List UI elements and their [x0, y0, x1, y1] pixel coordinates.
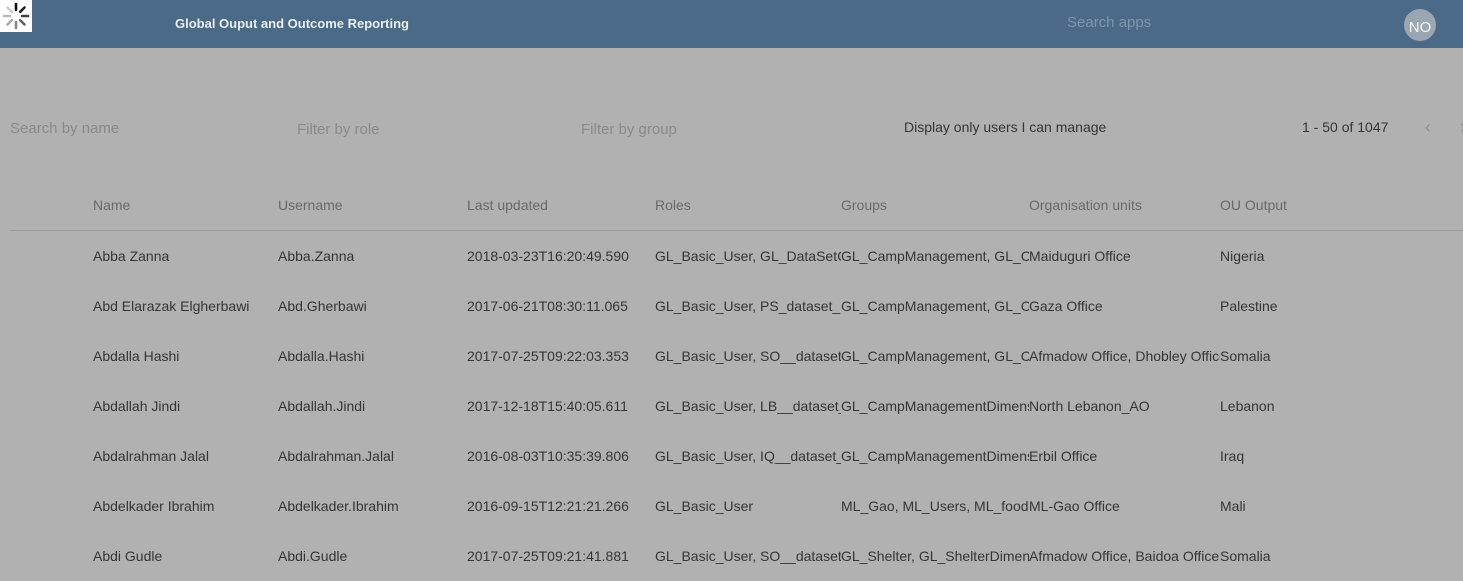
cell-roles: GL_Basic_User — [655, 498, 754, 514]
cell-ou-output: Somalia — [1220, 548, 1271, 564]
cell-ou-output: Palestine — [1220, 298, 1278, 314]
cell-ou-output: Lebanon — [1220, 398, 1275, 414]
cell-groups: GL_CampManagementDimens — [841, 398, 1029, 414]
cell-last-updated: 2017-12-18T15:40:05.611 — [467, 398, 628, 414]
table-row[interactable]: Abba Zanna Abba.Zanna 2018-03-23T16:20:4… — [10, 231, 1463, 282]
spinner-icon — [0, 0, 32, 32]
cell-organisation-units: ML-Gao Office — [1029, 498, 1120, 514]
column-header-last-updated[interactable]: Last updated — [467, 179, 655, 231]
cell-name: Abd Elarazak Elgherbawi — [93, 298, 250, 314]
cell-groups: GL_CampManagement, GL_Ca — [841, 348, 1029, 364]
cell-last-updated: 2017-07-25T09:22:03.353 — [467, 348, 629, 364]
row-spacer — [10, 331, 93, 381]
cell-groups: GL_CampManagement, GL_Ca — [841, 248, 1029, 264]
column-header-ou-output[interactable]: OU Output — [1220, 179, 1463, 231]
cell-roles: GL_Basic_User, PS_dataset_Cl — [655, 298, 841, 314]
manage-users-toggle[interactable]: Display only users I can manage — [904, 119, 1106, 135]
cell-username: Abdi.Gudle — [278, 548, 348, 564]
chevron-right-icon[interactable]: › — [1453, 116, 1463, 138]
table-row[interactable]: Abdelkader Ibrahim Abdelkader.Ibrahim 20… — [10, 481, 1463, 531]
pagination-range: 1 - 50 of 1047 — [1302, 119, 1389, 135]
cell-username: Abdalla.Hashi — [278, 348, 365, 364]
cell-roles: GL_Basic_User, IQ__dataset_c — [655, 448, 841, 464]
column-header-organisation-units[interactable]: Organisation units — [1029, 179, 1220, 231]
column-header-roles[interactable]: Roles — [655, 179, 841, 231]
cell-groups: ML_Gao, ML_Users, ML_foods — [841, 498, 1029, 514]
cell-username: Abd.Gherbawi — [278, 298, 367, 314]
users-table: Name Username Last updated Roles Groups … — [10, 179, 1463, 581]
row-spacer — [10, 281, 93, 331]
cell-ou-output: Iraq — [1220, 448, 1245, 464]
table-row[interactable]: Abdallah Jindi Abdallah.Jindi 2017-12-18… — [10, 381, 1463, 431]
cell-username: Abdalrahman.Jalal — [278, 448, 394, 464]
profile-avatar[interactable]: NO — [1404, 9, 1436, 41]
table-row[interactable]: Abd Elarazak Elgherbawi Abd.Gherbawi 201… — [10, 281, 1463, 331]
filter-by-group-field[interactable] — [581, 121, 801, 138]
chevron-left-icon[interactable]: ‹ — [1418, 116, 1438, 138]
row-spacer — [10, 381, 93, 431]
cell-last-updated: 2018-03-23T16:20:49.590 — [467, 248, 629, 264]
column-header-name[interactable]: Name — [93, 179, 278, 231]
cell-roles: GL_Basic_User, SO__dataset_s — [655, 548, 841, 564]
cell-organisation-units: North Lebanon_AO — [1029, 398, 1150, 414]
cell-name: Abdi Gudle — [93, 548, 163, 564]
cell-organisation-units: Gaza Office — [1029, 298, 1103, 314]
cell-username: Abdallah.Jindi — [278, 398, 366, 414]
cell-ou-output: Mali — [1220, 498, 1246, 514]
cell-roles: GL_Basic_User, LB__dataset_e — [655, 398, 841, 414]
table-header-row: Name Username Last updated Roles Groups … — [10, 179, 1463, 231]
cell-roles: GL_Basic_User, GL_DataSetCo — [655, 248, 841, 264]
top-bar: Global Ouput and Outcome Reporting NO — [0, 0, 1463, 48]
table-row[interactable]: Abdalrahman Jalal Abdalrahman.Jalal 2016… — [10, 431, 1463, 481]
row-spacer — [10, 431, 93, 481]
cell-name: Abdallah Jindi — [93, 398, 181, 414]
filter-by-role-field[interactable] — [297, 121, 517, 138]
cell-name: Abdelkader Ibrahim — [93, 498, 215, 514]
cell-organisation-units: Afmadow Office, Dhobley Office — [1029, 348, 1220, 364]
cell-username: Abdelkader.Ibrahim — [278, 498, 399, 514]
cell-last-updated: 2017-07-25T09:21:41.881 — [467, 548, 629, 564]
cell-ou-output: Nigeria — [1220, 248, 1265, 264]
row-spacer — [10, 231, 93, 282]
cell-last-updated: 2016-09-15T12:21:21.266 — [467, 498, 629, 514]
column-header-groups[interactable]: Groups — [841, 179, 1029, 231]
cell-roles: GL_Basic_User, SO__dataset_e — [655, 348, 841, 364]
cell-groups: GL_Shelter, GL_ShelterDimens — [841, 548, 1029, 564]
search-by-name-field[interactable] — [10, 120, 230, 137]
column-header-username[interactable]: Username — [278, 179, 467, 231]
filter-by-role-input[interactable] — [297, 121, 517, 138]
cell-organisation-units: Afmadow Office, Baidoa Office, — [1029, 548, 1220, 564]
app-title[interactable]: Global Ouput and Outcome Reporting — [175, 16, 409, 31]
cell-groups: GL_CampManagement, GL_Ca — [841, 298, 1029, 314]
filter-by-group-input[interactable] — [581, 121, 801, 138]
cell-groups: GL_CampManagementDimens — [841, 448, 1029, 464]
table-row[interactable]: Abdi Gudle Abdi.Gudle 2017-07-25T09:21:4… — [10, 531, 1463, 581]
row-spacer — [10, 481, 93, 531]
cell-organisation-units: Maiduguri Office — [1029, 248, 1131, 264]
cell-name: Abdalrahman Jalal — [93, 448, 209, 464]
cell-last-updated: 2016-08-03T10:35:39.806 — [467, 448, 629, 464]
cell-last-updated: 2017-06-21T08:30:11.065 — [467, 298, 628, 314]
row-spacer — [10, 531, 93, 581]
cell-name: Abba Zanna — [93, 248, 170, 264]
search-apps-input[interactable] — [1067, 14, 1267, 31]
cell-organisation-units: Erbil Office — [1029, 448, 1098, 464]
search-by-name-input[interactable] — [10, 120, 230, 137]
cell-ou-output: Somalia — [1220, 348, 1271, 364]
cell-name: Abdalla Hashi — [93, 348, 180, 364]
table-row[interactable]: Abdalla Hashi Abdalla.Hashi 2017-07-25T0… — [10, 331, 1463, 381]
row-actions-header — [10, 179, 93, 231]
cell-username: Abba.Zanna — [278, 248, 355, 264]
